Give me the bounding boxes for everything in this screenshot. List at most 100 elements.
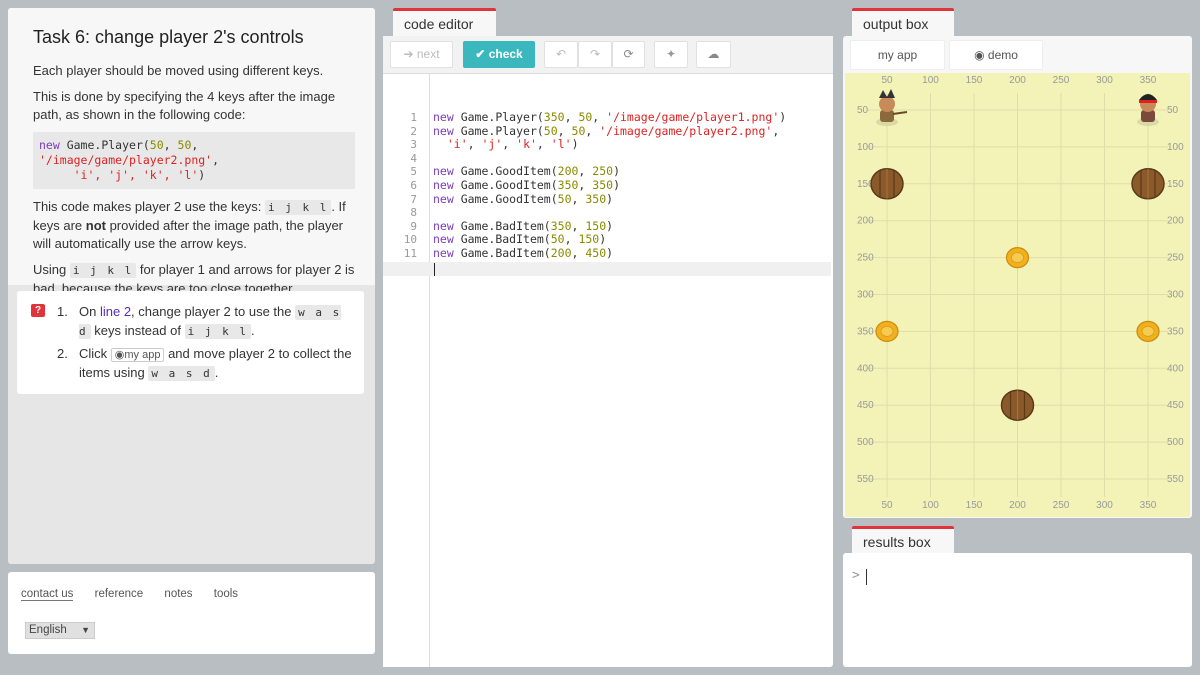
contact-us-link[interactable]: contact us [21, 588, 74, 601]
language-select[interactable]: English ▼ [25, 622, 95, 639]
task-number: Task 6: [33, 27, 91, 47]
y-tick-label: 550 [1167, 474, 1184, 485]
notes-link[interactable]: notes [164, 588, 192, 600]
tab-results-box[interactable]: results box [852, 526, 954, 556]
coin-good-item [875, 320, 899, 342]
code-token: , [536, 137, 551, 152]
code-token: , [571, 191, 586, 206]
code-area[interactable]: new Game.Player(350, 50, '/image/game/pl… [383, 74, 831, 664]
code-token: , [502, 137, 517, 152]
output-panel: my app ◉ demo 50 50 100 100 150 150 200 200 250 2… [843, 36, 1192, 518]
code-token: , [578, 177, 593, 192]
hint-button[interactable]: ✦ [654, 41, 688, 68]
reset-button[interactable]: ⟳ [612, 41, 645, 68]
code-token: 150 [578, 232, 600, 247]
code-token: 350 [557, 177, 579, 192]
code-token: 150 [585, 218, 607, 233]
code-token: 'j' [481, 137, 503, 152]
code-token: 'k' [516, 137, 537, 152]
keys-chip: w a s d [148, 366, 215, 381]
line-number: 11 [403, 246, 417, 260]
tab-my-app[interactable]: my app [850, 40, 945, 70]
next-button[interactable]: ➔ next [390, 41, 453, 68]
code-token: , [578, 164, 593, 179]
code-token: Game.Player( [453, 123, 544, 138]
line-number: 7 [410, 192, 417, 206]
code-token: 350 [550, 218, 572, 233]
task-panel: Task 6: change player 2's controls Each … [8, 8, 375, 564]
game-canvas[interactable]: 50 50 100 100 150 150 200 200 250 250 300 300 350 350… [845, 73, 1190, 517]
code-token: 200 [557, 164, 579, 179]
line-number: 2 [410, 124, 417, 138]
tools-link[interactable]: tools [214, 588, 238, 600]
y-tick-label: 300 [857, 290, 874, 301]
code-token: ) [613, 164, 620, 179]
code-token: new [433, 164, 454, 179]
code-token: new [433, 218, 454, 233]
y-tick-label: 200 [1167, 216, 1184, 227]
eye-icon: ◉ [114, 349, 125, 361]
tab-code-editor[interactable]: code editor [393, 8, 496, 38]
x-tick-label: 200 [1009, 75, 1026, 86]
code-token: '/image/game/player2.png' [599, 123, 773, 138]
code-token: , [571, 218, 586, 233]
x-tick-label: 50 [881, 500, 893, 511]
y-tick-label: 350 [857, 326, 874, 337]
undo-button[interactable]: ↶ [544, 41, 578, 68]
code-token: 350 [543, 110, 565, 124]
upload-button[interactable]: ☁ [696, 41, 731, 68]
code-token: new [433, 232, 454, 247]
tab-output-box[interactable]: output box [852, 8, 954, 38]
code-token: 50 [550, 232, 565, 247]
code-token: Game.BadItem( [453, 245, 551, 260]
my-app-chip[interactable]: ◉my app [110, 348, 165, 362]
reference-link[interactable]: reference [95, 588, 144, 600]
check-button[interactable]: ✔ check [463, 41, 535, 68]
text-caret [434, 263, 435, 276]
x-tick-label: 150 [966, 75, 983, 86]
results-panel[interactable]: > [843, 553, 1192, 667]
line-2-link[interactable]: line 2 [100, 304, 131, 319]
code-token: new [433, 191, 454, 206]
code-token: ) [779, 110, 787, 124]
tab-demo[interactable]: ◉ demo [949, 40, 1043, 70]
code-token: 50 [571, 123, 586, 138]
code-token: 350 [585, 191, 607, 206]
footer-links: contact us reference notes tools [21, 588, 256, 601]
question-box: ? 1. On line 2, change player 2 to use th… [17, 291, 364, 394]
code-token: Game.GoodItem( [453, 177, 558, 192]
code-token: 'l' [550, 137, 572, 152]
y-tick-label: 200 [857, 216, 874, 227]
x-tick-label: 350 [1140, 75, 1157, 86]
question-icon: ? [31, 304, 45, 317]
code-line: new Game.GoodItem(200, 250) [433, 165, 786, 179]
arrow-right-icon: ➔ [403, 47, 414, 61]
code-token: '/image/game/player1.png' [606, 110, 780, 124]
x-tick-label: 50 [881, 75, 893, 86]
code-token: , [571, 245, 586, 260]
line-number: 6 [410, 178, 417, 192]
code-token: Game.BadItem( [453, 218, 551, 233]
redo-button[interactable]: ↷ [578, 41, 612, 68]
code-token: , [592, 110, 607, 124]
code-token: , [564, 232, 579, 247]
code-line: new Game.BadItem(350, 150) [433, 218, 786, 234]
line-number: 10 [403, 233, 417, 247]
y-tick-label: 350 [1167, 326, 1184, 337]
code-token: 50 [557, 191, 572, 206]
example-code-block: new Game.Player(50, 50, '/image/game/pla… [33, 132, 355, 189]
y-tick-label: 450 [857, 400, 874, 411]
player-native [876, 89, 908, 126]
code-line: new Game.BadItem(50, 150) [433, 233, 786, 247]
code-token: , [585, 123, 600, 138]
code-line: new Game.GoodItem(350, 350) [433, 177, 786, 193]
code-line: new Game.Player(50, 50, '/image/game/pla… [433, 123, 786, 139]
y-tick-label: 400 [857, 363, 874, 374]
code-token: Game.Player( [453, 110, 544, 124]
task-heading: change player 2's controls [90, 27, 304, 47]
y-tick-label: 150 [1167, 179, 1184, 190]
y-tick-label: 50 [857, 105, 869, 116]
barrel-bad-item [1131, 168, 1165, 200]
